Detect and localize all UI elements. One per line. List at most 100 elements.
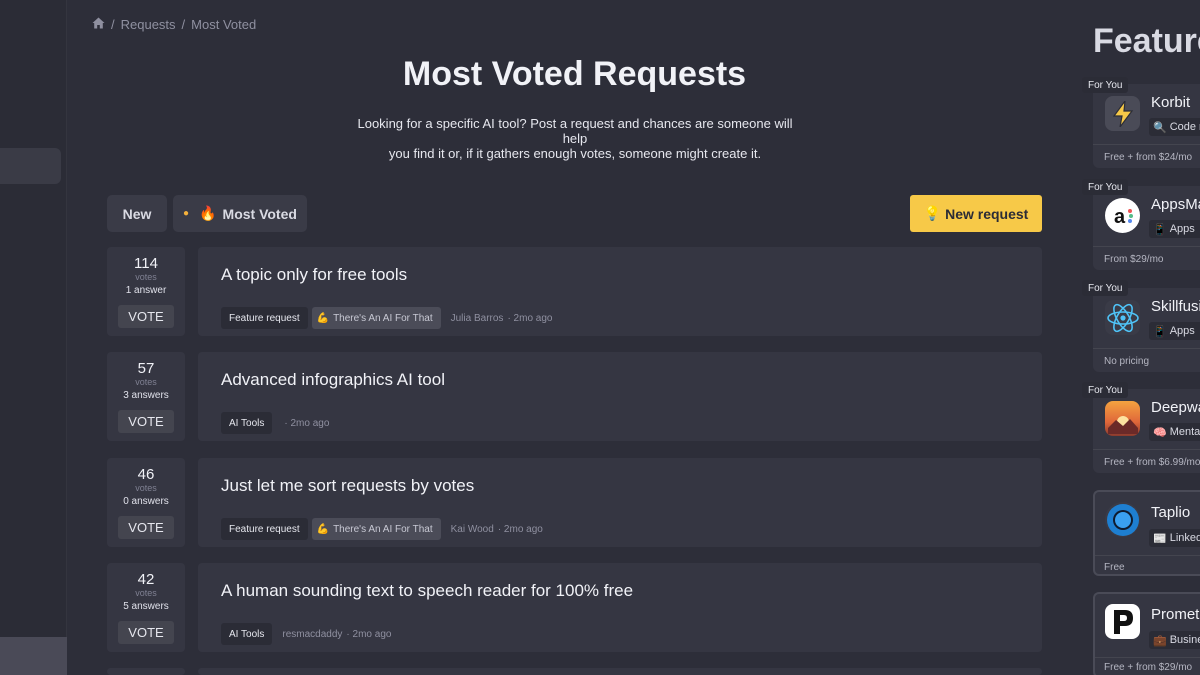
vote-button[interactable]: VOTE	[118, 410, 174, 433]
breadcrumb-separator: /	[111, 16, 115, 32]
vote-count: 114	[134, 255, 158, 272]
request-row: 42 votes 5 answers VOTE A human sounding…	[107, 563, 1042, 652]
divider	[1095, 657, 1200, 658]
request-card[interactable]: Advanced infographics AI tool AI Tools ·…	[198, 352, 1042, 441]
category-tag[interactable]: Feature request	[221, 307, 308, 329]
featured-name: Skillfusi	[1151, 298, 1200, 315]
new-request-button[interactable]: 💡 New request	[910, 195, 1042, 232]
vote-count: 57	[137, 360, 155, 377]
featured-card-appsma[interactable]: a AppsMa 📱 Apps From $29/mo	[1093, 186, 1200, 270]
vote-box: 46 votes 0 answers VOTE	[107, 458, 185, 547]
author[interactable]: Julia Barros	[451, 313, 504, 324]
home-icon[interactable]	[92, 17, 105, 32]
svg-text:a: a	[1114, 206, 1126, 228]
vote-box: 114 votes 1 answer VOTE	[107, 247, 185, 336]
featured-price: Free + from $24/mo	[1104, 152, 1193, 163]
timestamp: · 2mo ago	[284, 417, 330, 429]
request-title[interactable]: Advanced infographics AI tool	[221, 370, 445, 390]
page-description: Looking for a specific AI tool? Post a r…	[350, 116, 800, 161]
new-request-label: New request	[945, 205, 1029, 222]
request-card[interactable]	[198, 668, 1042, 675]
sidebar-selected-item[interactable]	[0, 148, 61, 184]
flexed-arm-icon: 💪	[316, 312, 330, 324]
vote-button[interactable]: VOTE	[118, 621, 174, 644]
featured-card-deepwave[interactable]: Deepwa 🧠 Menta Free + from $6.99/mo	[1093, 389, 1200, 473]
featured-card-korbit[interactable]: Korbit 🔍 Code r Free + from $24/mo	[1093, 84, 1200, 168]
briefcase-icon: 💼	[1153, 634, 1167, 647]
featured-price: Free + from $6.99/mo	[1104, 457, 1200, 468]
app-tag[interactable]: 💪 There's An AI For That	[311, 307, 441, 329]
react-atom-icon	[1105, 300, 1140, 335]
featured-category: 🧠 Menta	[1149, 423, 1200, 441]
category-tag[interactable]: AI Tools	[221, 623, 273, 645]
request-card[interactable]: A human sounding text to speech reader f…	[198, 563, 1042, 652]
featured-category: 💼 Busine	[1149, 631, 1200, 649]
request-title[interactable]: Just let me sort requests by votes	[221, 476, 474, 496]
featured-category-label: Linked	[1169, 532, 1200, 544]
vote-button[interactable]: VOTE	[118, 516, 174, 539]
timestamp: · 2mo ago	[346, 628, 392, 640]
featured-category-label: Apps	[1169, 223, 1195, 235]
votes-label: votes	[135, 377, 157, 387]
featured-card-prometheus[interactable]: Promet 💼 Busine Free + from $29/mo	[1093, 592, 1200, 675]
vote-box	[107, 668, 185, 675]
lightning-icon	[1105, 96, 1140, 131]
featured-name: Promet	[1151, 606, 1200, 623]
featured-name: Korbit	[1151, 94, 1191, 111]
request-meta: AI Tools · 2mo ago	[221, 412, 329, 434]
request-meta: Feature request 💪 There's An AI For That…	[221, 518, 543, 540]
breadcrumb-separator: /	[181, 16, 186, 32]
app-tag[interactable]: 💪 There's An AI For That	[311, 518, 441, 540]
timestamp: · 2mo ago	[507, 312, 553, 324]
featured-price: No pricing	[1104, 356, 1150, 367]
breadcrumb-requests[interactable]: Requests	[121, 17, 176, 32]
tab-most-voted-label: Most Voted	[222, 205, 297, 222]
divider	[1093, 144, 1200, 145]
featured-price: Free	[1104, 562, 1125, 573]
breadcrumb: / Requests / Most Voted	[92, 16, 256, 32]
answer-count: 3 answers	[123, 390, 169, 401]
request-meta: Feature request 💪 There's An AI For That…	[221, 307, 552, 329]
vote-box: 42 votes 5 answers VOTE	[107, 563, 185, 652]
featured-title: Featured	[1093, 22, 1200, 60]
active-dot-icon: ●	[183, 208, 190, 219]
featured-category-label: Code r	[1169, 121, 1200, 133]
category-tag[interactable]: AI Tools	[221, 412, 273, 434]
author[interactable]: Kai Wood	[451, 524, 494, 535]
featured-card-skillfusion[interactable]: Skillfusi 📱 Apps No pricing	[1093, 288, 1200, 372]
page-title: Most Voted Requests	[402, 55, 747, 93]
phone-icon: 📱	[1153, 223, 1167, 236]
for-you-badge: For You	[1082, 382, 1129, 398]
divider	[1095, 555, 1200, 556]
votes-label: votes	[135, 272, 157, 282]
request-card[interactable]: A topic only for free tools Feature requ…	[198, 247, 1042, 336]
request-row	[107, 668, 1042, 675]
newspaper-icon: 📰	[1153, 532, 1167, 545]
tab-most-voted[interactable]: ● 🔥 Most Voted	[173, 195, 307, 232]
taplio-logo-icon	[1105, 502, 1140, 537]
request-title[interactable]: A topic only for free tools	[221, 265, 407, 285]
answer-count: 0 answers	[123, 496, 169, 507]
request-meta: AI Tools resmacdaddy · 2mo ago	[221, 623, 391, 645]
answer-count: 1 answer	[125, 285, 167, 296]
appsmart-logo-icon: a	[1105, 198, 1140, 233]
featured-category: 📱 Apps	[1149, 220, 1200, 238]
featured-name: AppsMa	[1151, 196, 1200, 213]
featured-name: Deepwa	[1151, 399, 1200, 416]
for-you-badge: For You	[1082, 280, 1129, 296]
phone-icon: 📱	[1153, 325, 1167, 338]
category-tag[interactable]: Feature request	[221, 518, 308, 540]
author[interactable]: resmacdaddy	[282, 629, 342, 640]
sidebar-bottom-panel[interactable]	[0, 637, 67, 675]
app-tag-label: There's An AI For That	[333, 523, 433, 535]
request-card[interactable]: Just let me sort requests by votes Featu…	[198, 458, 1042, 547]
featured-category: 🔍 Code r	[1149, 118, 1200, 136]
request-row: 46 votes 0 answers VOTE Just let me sort…	[107, 458, 1042, 547]
vote-count: 42	[137, 571, 155, 588]
featured-card-taplio[interactable]: Taplio 📰 Linked Free	[1093, 490, 1200, 576]
vote-button[interactable]: VOTE	[118, 305, 174, 328]
page-description-line: you find it or, if it gathers enough vot…	[388, 146, 762, 161]
tab-new[interactable]: New	[107, 195, 167, 232]
request-title[interactable]: A human sounding text to speech reader f…	[221, 581, 633, 601]
sunrise-logo-icon	[1105, 401, 1140, 436]
